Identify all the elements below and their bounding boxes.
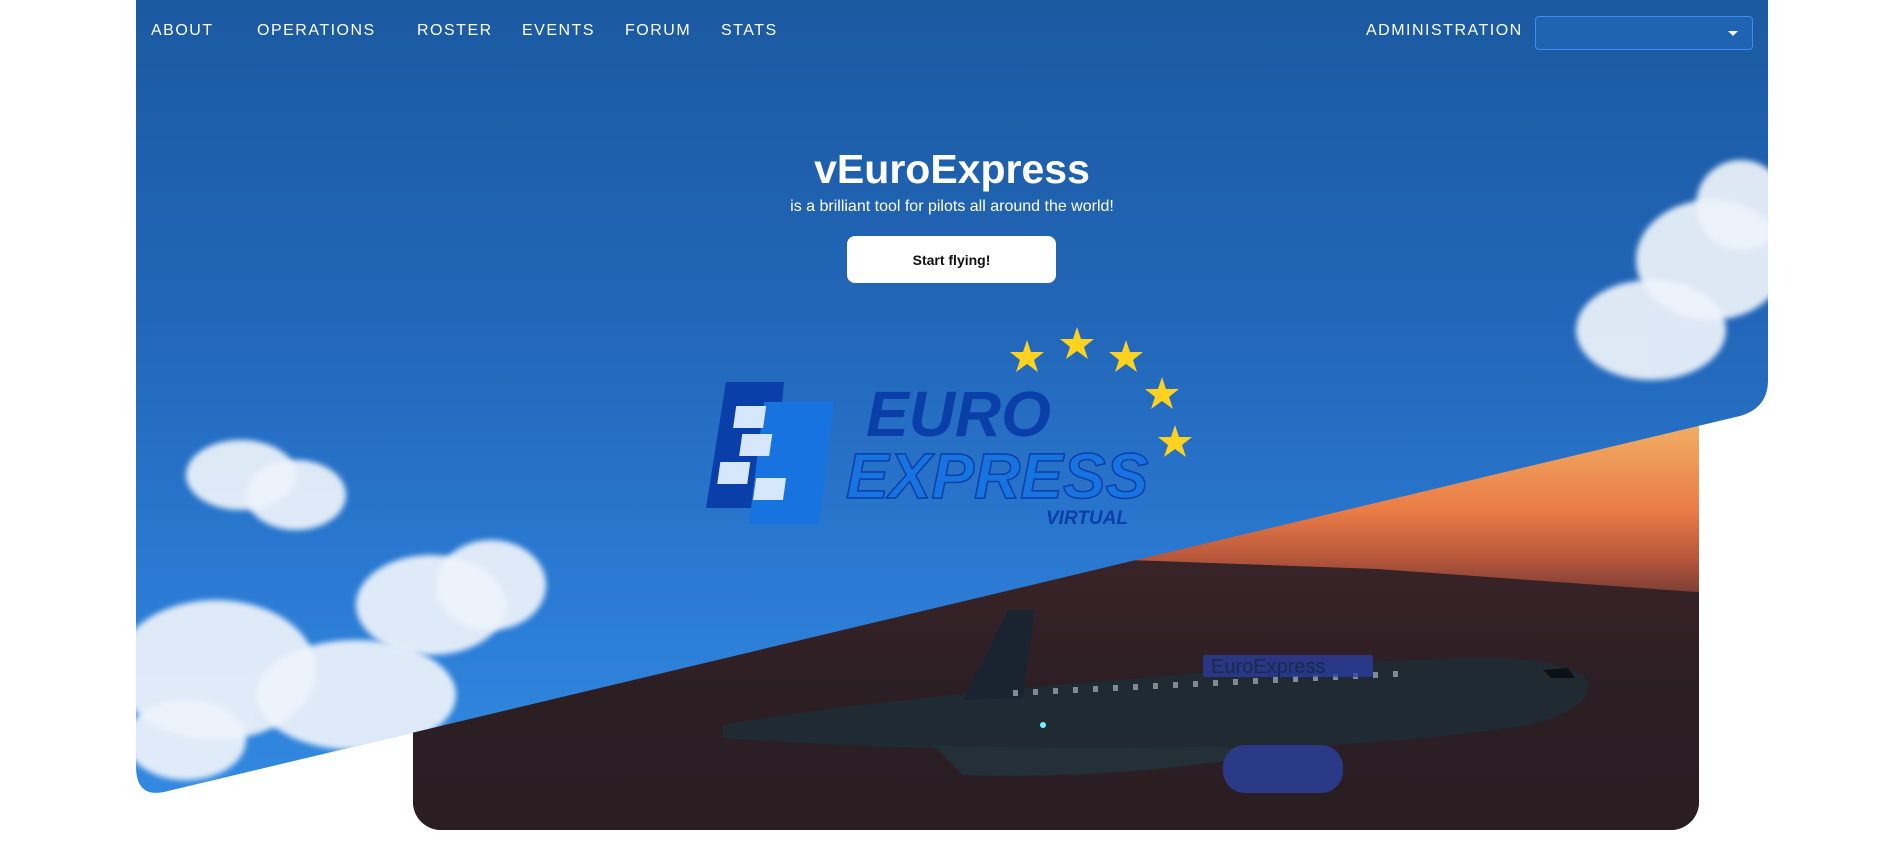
cloud <box>436 540 546 630</box>
hero-subtitle: is a brilliant tool for pilots all aroun… <box>790 198 1114 215</box>
nav-administration[interactable]: ADMINISTRATION <box>1366 22 1523 40</box>
hero-title: vEuroExpress <box>814 146 1090 192</box>
cloud <box>246 460 346 530</box>
logo-text-express: EXPRESS <box>846 440 1149 512</box>
nav-roster[interactable]: ROSTER <box>417 22 493 40</box>
aircraft-livery-text: EuroExpress <box>1211 656 1326 678</box>
chevron-down-icon <box>1728 31 1738 36</box>
nav-events[interactable]: EVENTS <box>522 22 595 40</box>
nav-about[interactable]: ABOUT <box>151 22 214 40</box>
nav-stats[interactable]: STATS <box>721 22 778 40</box>
administration-dropdown[interactable] <box>1535 16 1753 50</box>
nav-operations[interactable]: OPERATIONS <box>257 22 376 40</box>
euroexpress-logo: EURO EXPRESS VIRTUAL <box>706 327 1192 529</box>
nav-forum[interactable]: FORUM <box>625 22 691 40</box>
start-flying-button[interactable]: Start flying! <box>847 236 1056 283</box>
logo-text-virtual: VIRTUAL <box>1046 508 1128 529</box>
top-navigation: ABOUT OPERATIONS ROSTER EVENTS FORUM STA… <box>0 0 1904 64</box>
cloud <box>1576 280 1726 380</box>
logo-e-icon <box>706 382 834 524</box>
cloud <box>126 700 246 780</box>
